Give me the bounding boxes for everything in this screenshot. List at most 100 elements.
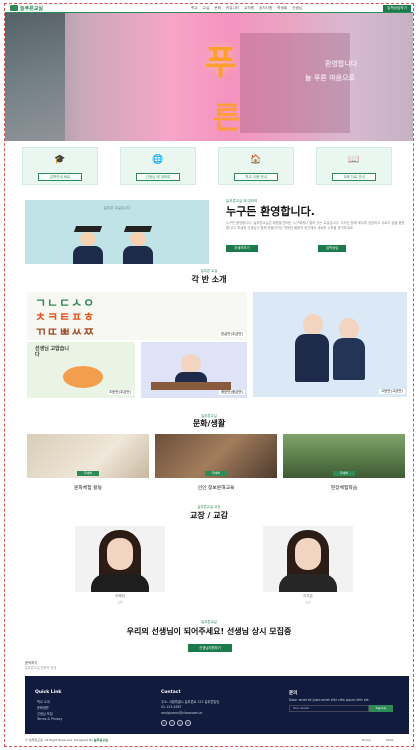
contact-subtext: 늘푸른교실 연락처 안내 <box>25 666 57 670</box>
main-nav: 학교 교실 문화 커뮤니티 교직원 공지사항 학생회 선생님 <box>191 6 302 11</box>
apply-button[interactable]: 입학상담하기 <box>383 5 411 12</box>
welcome-title: 누구든 환영합니다. <box>226 205 315 218</box>
class-label: 한글반(초급반) <box>218 332 245 337</box>
footer-quick-title: Quick Link <box>35 690 62 695</box>
nav-item[interactable]: 공지사항 <box>259 6 272 11</box>
footer-phone: 02-123-4567 <box>161 705 182 709</box>
classes-grid: ㄱㄴㄷㅅㅇ ㅊㅋㅌㅍㅎ ㄲㄸㅃㅆㅉ 한글반(초급반) 선생님 고맙습니다 초등반… <box>27 292 407 398</box>
culture-label: 선안 정보문해교육 <box>197 486 235 491</box>
welcome-image: 늘푸른 교실입니다 <box>25 200 209 264</box>
graduate-illustration <box>121 226 155 264</box>
nav-item[interactable]: 학교 <box>191 6 198 11</box>
welcome-image-caption: 늘푸른 교실입니다 <box>103 206 131 210</box>
nav-item[interactable]: 선생님 <box>292 6 302 11</box>
class-label: 고등반(고급반) <box>378 389 405 394</box>
linkedin-icon[interactable]: in <box>185 720 191 726</box>
logo-text: 늘푸른교실 <box>20 5 44 12</box>
hero-banner: 푸 른 환영합니다 늘 푸른 마음으로 <box>5 13 413 141</box>
hero-panel <box>240 33 350 133</box>
hero-title: 푸 <box>205 43 239 83</box>
newsletter-signup-button[interactable]: SignUp <box>369 705 393 712</box>
footer-link[interactable]: 선생님 모집 <box>37 711 53 716</box>
consult-button[interactable]: 입학상담 <box>318 245 347 252</box>
top-navbar: 늘푸른교실 학교 교실 문화 커뮤니티 교직원 공지사항 학생회 선생님 입학상… <box>5 4 413 13</box>
quick-card-button[interactable]: 학교 이용 안내 <box>234 173 278 181</box>
quick-card-button[interactable]: 입학안내 바로 <box>38 173 82 181</box>
letters-line: ㄲㄸㅃㅆㅉ <box>35 325 96 339</box>
footer-news-title: 문의 <box>289 691 298 696</box>
culture-pill[interactable]: 자세히 <box>77 471 99 476</box>
graduate-illustration <box>71 226 105 264</box>
youtube-icon[interactable]: y <box>177 720 183 726</box>
hero-overlay-text: 환영합니다 <box>325 60 358 68</box>
nav-item[interactable]: 학생회 <box>277 6 287 11</box>
page-frame: 늘푸른교실 학교 교실 문화 커뮤니티 교직원 공지사항 학생회 선생님 입학상… <box>4 3 414 747</box>
quick-card: 🌐 선생님 에 대하여 <box>120 147 196 185</box>
quick-card: 📖 교육 자료 안내 <box>316 147 392 185</box>
recruit-title: 우리의 선생님이 되어주세요! 선생님 상시 모집중 <box>126 627 292 636</box>
graduation-cap-icon: 🎓 <box>54 155 66 165</box>
quick-card-button[interactable]: 선생님 에 대하여 <box>136 173 180 181</box>
culture-label: 문화체험 활동 <box>73 486 102 491</box>
section-tag: 늘푸른교실 교장 <box>197 505 221 509</box>
footer-address: 주소: 서울특별시 늘푸른로 123 늘푸른빌딩 <box>161 700 220 704</box>
footer: Quick Link 학교 소개 문화생활 선생님 모집 Terms & Pri… <box>25 676 409 734</box>
class-card[interactable]: 중등반(중급반) <box>141 342 247 398</box>
section-title: 각 반 소개 <box>191 275 227 284</box>
nav-item[interactable]: 커뮤니티 <box>226 6 239 11</box>
principal-photo <box>75 526 165 592</box>
section-tag: 늘푸른 교실 <box>200 269 218 273</box>
twitter-icon[interactable]: t <box>161 720 167 726</box>
hero-overlay-text: 늘 푸른 마음으로 <box>305 74 355 82</box>
class-label: 중등반(중급반) <box>218 390 245 395</box>
newsletter-email-input[interactable]: Your email <box>289 705 369 712</box>
apply-teacher-button[interactable]: 선생님지원하기 <box>188 644 232 652</box>
thanks-text: 선생님 고맙습니다 <box>35 346 69 358</box>
copyright-brand[interactable]: 늘푸른교실 <box>94 738 108 742</box>
section-title: 문화/생활 <box>192 419 226 428</box>
welcome-body: 누구든 환영합니다. 늘푸른교실은 배움을 원하는 누구에게나 열려 있는 교실… <box>226 221 405 230</box>
globe-icon: 🌐 <box>152 155 164 165</box>
class-card[interactable]: 고등반(고급반) <box>253 292 407 397</box>
hero-title-2: 른 <box>213 101 241 136</box>
quick-card-button[interactable]: 교육 자료 안내 <box>332 173 376 181</box>
culture-pill[interactable]: 자세히 <box>205 471 227 476</box>
logo[interactable]: 늘푸른교실 <box>10 5 43 12</box>
footer-link[interactable]: 학교 소개 <box>37 699 50 704</box>
culture-card[interactable]: 자세히 <box>27 434 149 478</box>
vice-principal-name: 이지은 <box>303 594 313 598</box>
logo-icon <box>10 5 18 11</box>
principal-name: 이혜지 <box>115 594 125 598</box>
principal-role: 교장 <box>117 600 123 604</box>
read-more-button[interactable]: 자세히보기 <box>226 245 258 252</box>
quick-card: 🏠 학교 이용 안내 <box>218 147 294 185</box>
class-card[interactable]: 선생님 고맙습니다 초등반(초급반) <box>27 342 135 398</box>
vice-principal-role: 교감 <box>305 600 311 604</box>
culture-pill[interactable]: 자세히 <box>333 471 355 476</box>
vice-principal-photo <box>263 526 353 592</box>
nav-item[interactable]: 교직원 <box>244 6 254 11</box>
hero-shadow <box>5 13 65 141</box>
class-label: 초등반(초급반) <box>106 390 133 395</box>
culture-card[interactable]: 자세히 <box>283 434 405 478</box>
desk-illustration <box>151 382 231 390</box>
nav-item[interactable]: 교실 <box>203 6 210 11</box>
footer-link[interactable]: Terms & Privacy <box>37 717 62 721</box>
culture-card[interactable]: 자세히 <box>155 434 277 478</box>
culture-label: 현장체험학습 <box>330 486 358 491</box>
copyright: © 늘푸른교실, All Right Reserved. Designed By… <box>25 738 108 742</box>
facebook-icon[interactable]: f <box>169 720 175 726</box>
footer-home-link[interactable]: Home <box>362 738 371 742</box>
footer-faqs-link[interactable]: FAQs <box>386 738 393 742</box>
house-icon: 🏠 <box>250 155 262 165</box>
book-icon: 📖 <box>348 155 360 165</box>
footer-link[interactable]: 문화생활 <box>37 705 49 710</box>
class-card[interactable]: ㄱㄴㄷㅅㅇ ㅊㅋㅌㅍㅎ ㄲㄸㅃㅆㅉ 한글반(초급반) <box>27 292 247 340</box>
section-title: 교장 / 교감 <box>190 511 228 520</box>
flower-illustration <box>63 366 103 388</box>
footer-email: neulpureun@classroom.kr <box>161 711 203 715</box>
footer-news-text: Dolor amet sit justo amet elitr clita ip… <box>289 698 370 702</box>
nav-item[interactable]: 문화 <box>214 6 221 11</box>
footer-contact-title: Contact <box>161 690 181 695</box>
section-tag: 늘푸른교실 <box>201 620 217 624</box>
